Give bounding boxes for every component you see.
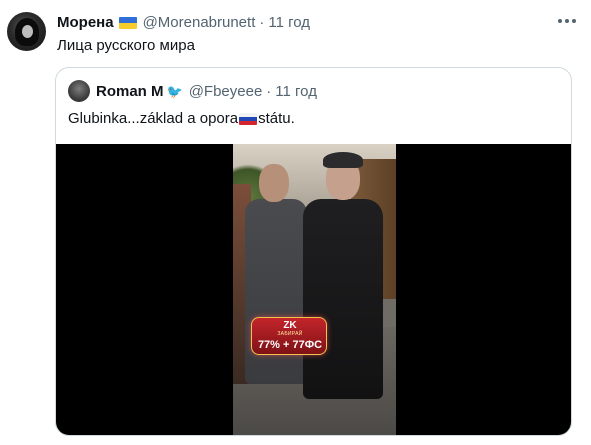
bird-icon: 🐦 (166, 84, 183, 99)
video-player[interactable]: ZK ЗАБИРАЙ 77% + 77ФС (56, 144, 571, 435)
tweet-text: Лица русского мира (57, 37, 195, 54)
promo-badge: ZK ЗАБИРАЙ 77% + 77ФС (251, 317, 327, 355)
video-person-left-head (259, 164, 289, 202)
separator-dot: · (259, 14, 265, 31)
tweet-time[interactable]: 11 год (268, 14, 310, 31)
quoted-tweet-card[interactable]: Roman M 🐦 @Fbeyeee · 11 год Glubinka...z… (55, 67, 572, 436)
promo-logo: ZK (283, 320, 297, 331)
more-horizontal-icon[interactable] (555, 13, 579, 29)
ukraine-flag-icon (118, 16, 137, 29)
quoted-tweet-header: Roman M 🐦 @Fbeyeee · 11 год (96, 83, 317, 100)
author-avatar[interactable] (7, 12, 46, 51)
author-handle[interactable]: @Morenabrunett (143, 14, 256, 31)
separator-dot: · (266, 83, 272, 100)
avatar-face (22, 25, 33, 38)
quoted-tweet-time[interactable]: 11 год (275, 83, 317, 100)
video-person-right-cap (323, 152, 363, 168)
quoted-author-avatar[interactable] (68, 80, 90, 102)
video-frame: ZK ЗАБИРАЙ 77% + 77ФС (233, 144, 396, 435)
quoted-tweet-text: Glubinka...základ a opora státu. (68, 110, 295, 127)
promo-subtitle: ЗАБИРАЙ (277, 331, 303, 337)
quoted-text-start: Glubinka...základ a opora (68, 110, 239, 127)
quoted-author-handle[interactable]: @Fbeyeee (189, 83, 263, 100)
russia-flag-icon (239, 112, 258, 125)
video-person-right (303, 199, 383, 399)
author-name[interactable]: Морена (57, 14, 114, 31)
quoted-author-name[interactable]: Roman M (96, 83, 164, 100)
video-person-left (245, 199, 307, 384)
quoted-text-end: státu. (258, 110, 295, 127)
tweet-header: Морена @Morenabrunett · 11 год (57, 14, 310, 31)
promo-text: 77% + 77ФС (257, 339, 323, 351)
